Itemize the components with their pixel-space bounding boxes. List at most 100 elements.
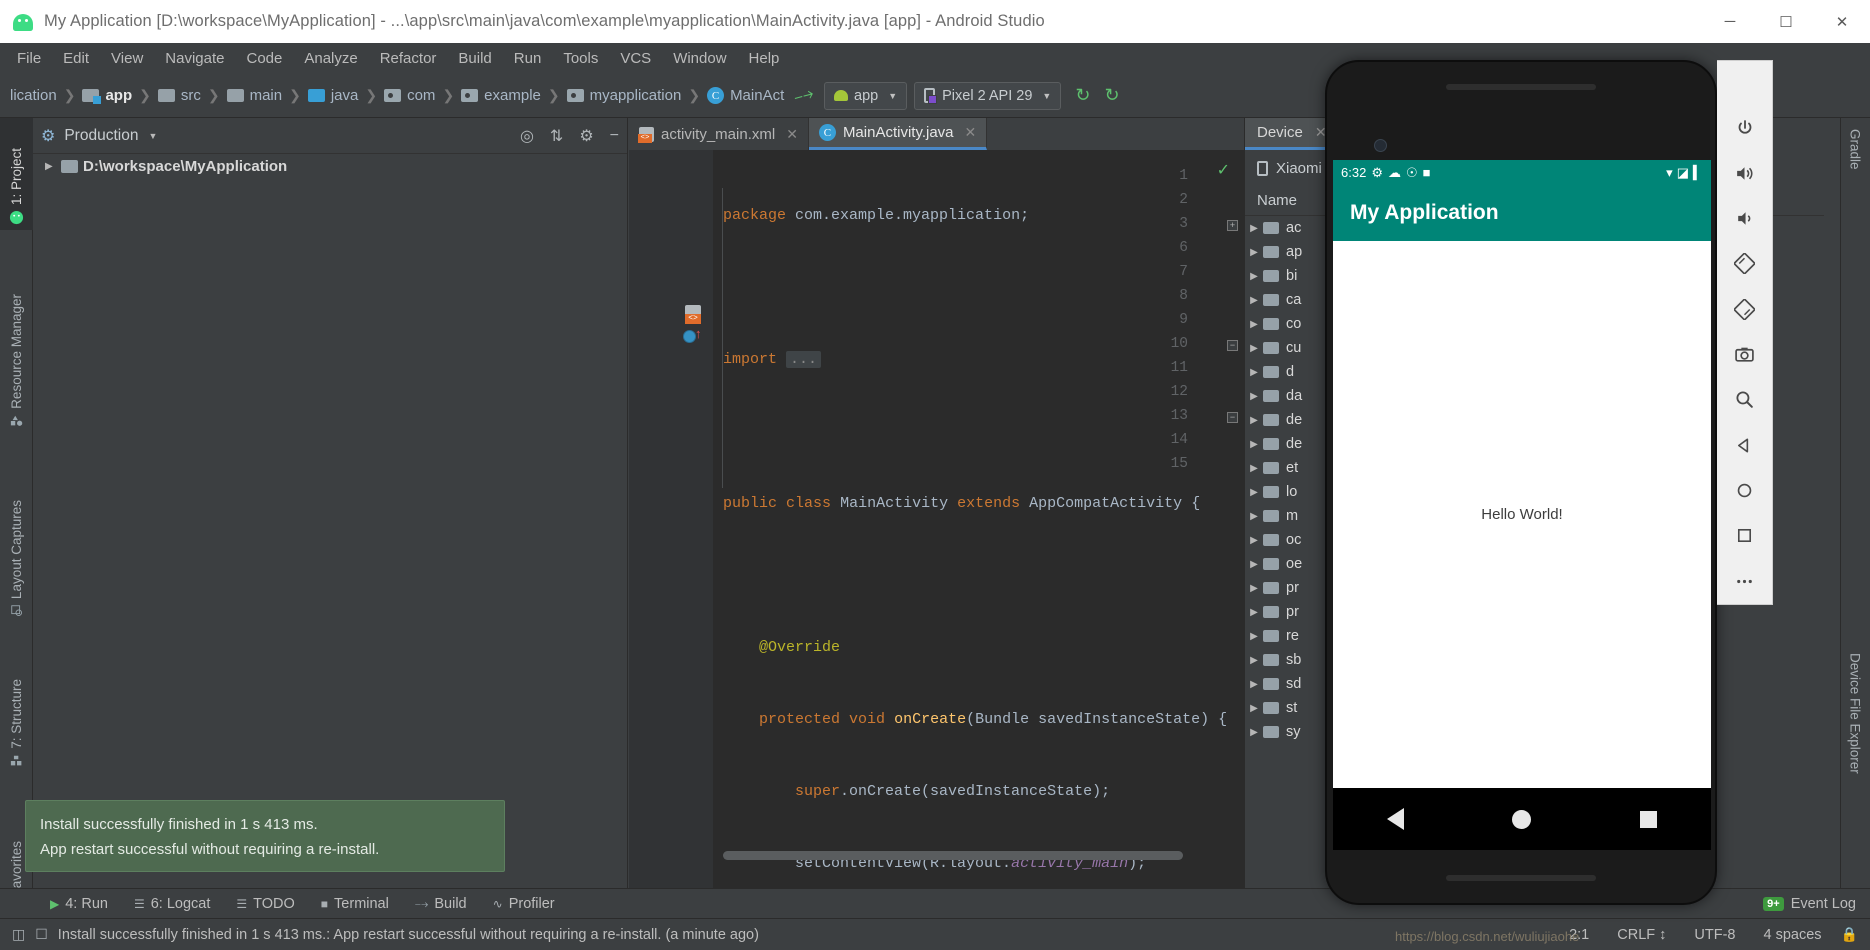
chevron-right-icon[interactable]: ▶ [1245, 439, 1263, 450]
chevron-right-icon[interactable]: ▶ [1245, 319, 1263, 330]
menu-build[interactable]: Build [447, 47, 502, 70]
fold-collapse-icon[interactable]: − [1227, 340, 1238, 351]
tab-activity-main-xml[interactable]: activity_main.xml ✕ [629, 118, 809, 150]
layout-resource-gutter-icon[interactable] [685, 305, 701, 324]
chevron-right-icon[interactable]: ▶ [1245, 679, 1263, 690]
maximize-button[interactable]: ☐ [1758, 0, 1814, 43]
breadcrumb-app[interactable]: app ❯ [82, 87, 157, 104]
close-icon[interactable]: ✕ [965, 124, 977, 141]
sidebar-item-device-file-explorer[interactable]: Device File Explorer [1840, 648, 1870, 779]
menu-tools[interactable]: Tools [552, 47, 609, 70]
chevron-right-icon[interactable]: ▶ [1245, 631, 1263, 642]
fold-collapse-end-icon[interactable]: − [1227, 412, 1238, 423]
chevron-right-icon[interactable]: ▶ [1245, 703, 1263, 714]
chevron-right-icon[interactable]: ▶ [1245, 271, 1263, 282]
lock-icon[interactable]: 🔒 [1841, 926, 1858, 943]
sidebar-item-gradle[interactable]: Gradle [1840, 124, 1870, 175]
breadcrumb-java[interactable]: java ❯ [307, 87, 384, 104]
sidebar-item-structure[interactable]: 7: Structure [0, 638, 33, 773]
menu-code[interactable]: Code [235, 47, 293, 70]
bottom-tab-build[interactable]: ⤍ Build [405, 893, 477, 915]
chevron-right-icon[interactable]: ▶ [1245, 391, 1263, 402]
sync-gradle-icon[interactable]: ↻ [1075, 85, 1090, 106]
menu-file[interactable]: File [6, 47, 52, 70]
device-selector[interactable]: Pixel 2 API 29 ▼ [914, 81, 1062, 110]
menu-view[interactable]: View [100, 47, 154, 70]
back-button[interactable] [1717, 423, 1773, 468]
bottom-tab-run[interactable]: ▶ 4: Run [40, 893, 118, 915]
target-icon[interactable]: ◎ [520, 126, 534, 146]
breadcrumb-main[interactable]: main ❯ [226, 87, 308, 104]
screenshot-button[interactable] [1717, 332, 1773, 377]
rotate-left-button[interactable] [1717, 241, 1773, 286]
menu-help[interactable]: Help [738, 47, 791, 70]
notification-balloon[interactable]: Install successfully finished in 1 s 413… [25, 800, 505, 872]
chevron-right-icon[interactable]: ▶ [1245, 367, 1263, 378]
file-encoding[interactable]: UTF-8 [1685, 927, 1744, 943]
bottom-tab-profiler[interactable]: ∿ Profiler [483, 893, 565, 915]
chevron-right-icon[interactable]: ▶ [1245, 727, 1263, 738]
chevron-right-icon[interactable]: ▶ [1245, 559, 1263, 570]
breadcrumb-myapplication[interactable]: myapplication ❯ [566, 87, 707, 104]
hammer-icon[interactable]: ⤍ [792, 82, 817, 108]
menu-refactor[interactable]: Refactor [369, 47, 448, 70]
code-editor[interactable]: ✓ 1 2 3 6 7 8 9 10 11 12 13 14 15 + ↑ − … [629, 150, 1244, 892]
volume-up-button[interactable] [1717, 150, 1773, 195]
document-icon[interactable]: ☐ [35, 926, 48, 943]
overview-button[interactable] [1717, 513, 1773, 558]
power-button[interactable] [1717, 105, 1773, 150]
bottom-tab-logcat[interactable]: ☰ 6: Logcat [124, 893, 220, 915]
event-log-button[interactable]: 9+ Event Log [1763, 896, 1870, 912]
sidebar-item-resource-manager[interactable]: Resource Manager [0, 243, 33, 433]
menu-run[interactable]: Run [503, 47, 553, 70]
settings-gear-icon[interactable]: ⚙ [41, 126, 55, 146]
home-button[interactable] [1717, 468, 1773, 513]
menu-window[interactable]: Window [662, 47, 737, 70]
hide-icon[interactable]: − [610, 127, 619, 145]
emulator-screen[interactable]: 6:32 ⚙ ☁ ☉ ■ ▾ ◪ ▍ My Application Hello … [1333, 160, 1711, 788]
breadcrumb-com[interactable]: com ❯ [384, 87, 461, 104]
settings-icon[interactable]: ⚙ [579, 126, 593, 146]
chevron-right-icon[interactable]: ▶ [1245, 415, 1263, 426]
breadcrumb-lication[interactable]: lication ❯ [4, 87, 82, 104]
menu-vcs[interactable]: VCS [609, 47, 662, 70]
zoom-button[interactable] [1717, 377, 1773, 422]
chevron-right-icon[interactable]: ▶ [1245, 295, 1263, 306]
chevron-right-icon[interactable]: ▶ [1245, 655, 1263, 666]
chevron-right-icon[interactable]: ▶ [1245, 463, 1263, 474]
run-configuration-selector[interactable]: app ▼ [824, 81, 908, 110]
chevron-right-icon[interactable]: ▶ [1245, 511, 1263, 522]
chevron-right-icon[interactable]: ▶ [1245, 487, 1263, 498]
line-separator[interactable]: CRLF ↕ [1608, 927, 1675, 943]
rotate-right-button[interactable] [1717, 286, 1773, 331]
indent-setting[interactable]: 4 spaces [1755, 927, 1831, 943]
layout-toggle-icon[interactable]: ◫ [12, 926, 25, 943]
home-button[interactable] [1512, 809, 1532, 829]
chevron-down-icon[interactable]: ▼ [148, 131, 157, 141]
volume-down-button[interactable] [1717, 196, 1773, 241]
tab-mainactivity-java[interactable]: C MainActivity.java ✕ [808, 118, 988, 150]
breadcrumb-example[interactable]: example ❯ [461, 87, 566, 104]
chevron-right-icon[interactable]: ▶ [1245, 583, 1263, 594]
project-tree-root[interactable]: ▶ D:\workspace\MyApplication [33, 154, 627, 179]
menu-analyze[interactable]: Analyze [293, 47, 368, 70]
sidebar-item-project[interactable]: 1: Project [0, 118, 33, 230]
fold-expand-icon[interactable]: + [1227, 220, 1238, 231]
more-button[interactable] [1717, 559, 1773, 604]
breadcrumb-mainactivity[interactable]: C MainAct [707, 87, 784, 104]
chevron-right-icon[interactable]: ▶ [1245, 223, 1263, 234]
chevron-right-icon[interactable]: ▶ [1245, 607, 1263, 618]
chevron-right-icon[interactable]: ▶ [45, 161, 61, 172]
run-icon[interactable]: ↻ [1104, 85, 1119, 106]
menu-navigate[interactable]: Navigate [154, 47, 235, 70]
chevron-right-icon[interactable]: ▶ [1245, 343, 1263, 354]
bottom-tab-todo[interactable]: ☰ TODO [226, 893, 304, 915]
sidebar-item-layout-captures[interactable]: Layout Captures [0, 448, 33, 623]
close-button[interactable]: ✕ [1814, 0, 1870, 43]
collapse-all-icon[interactable]: ⇅ [550, 126, 563, 146]
back-button[interactable] [1387, 808, 1405, 830]
close-icon[interactable]: ✕ [786, 126, 798, 143]
breadcrumb-src[interactable]: src ❯ [157, 87, 227, 104]
editor-gutter[interactable] [629, 150, 713, 892]
menu-edit[interactable]: Edit [52, 47, 100, 70]
